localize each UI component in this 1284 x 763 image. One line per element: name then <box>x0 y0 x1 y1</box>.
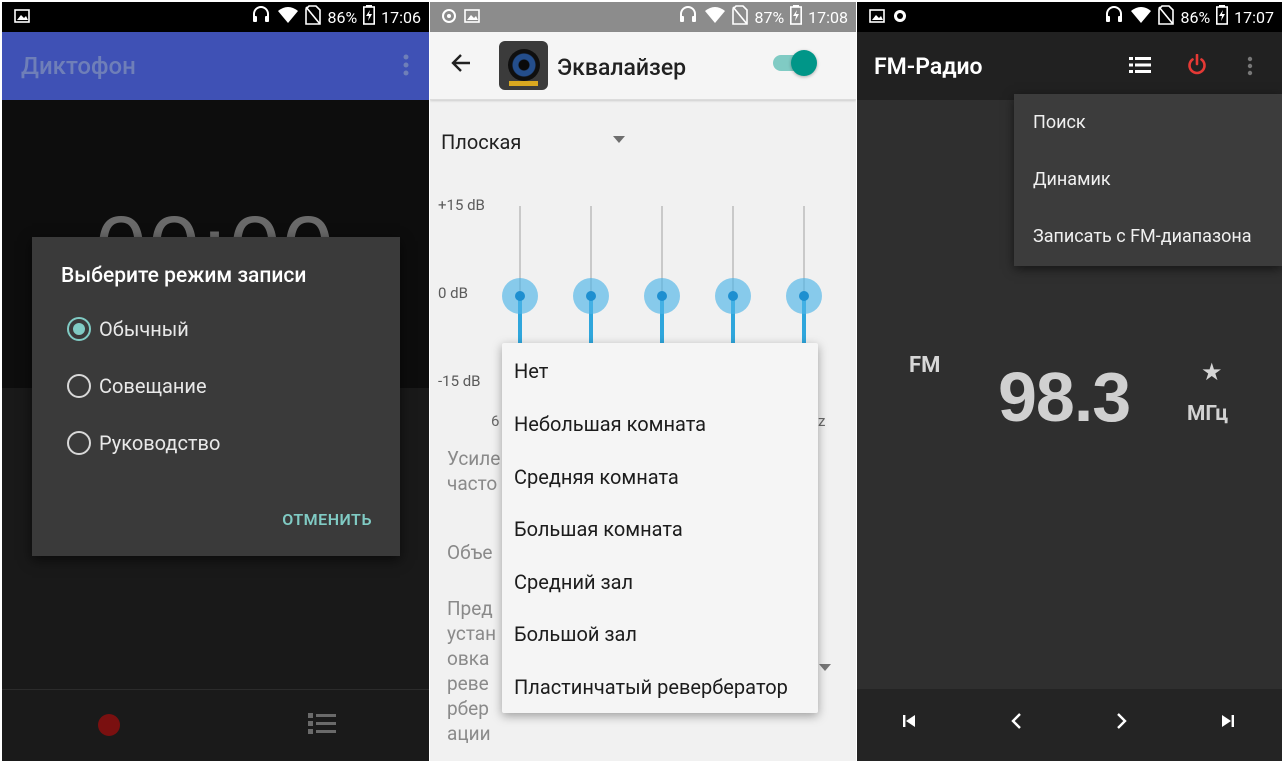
app-title: Эквалайзер <box>557 54 687 81</box>
eq-band-slider[interactable] <box>573 206 609 366</box>
voice-recorder-screen: 86% 17:06 Диктофон 00:00 Выберите режим … <box>2 2 429 761</box>
virtualizer-label: Объе <box>447 541 493 564</box>
popup-item[interactable]: Пластинчатый реверберaтор <box>514 675 788 699</box>
playback-controls <box>857 689 1282 761</box>
status-bar: 86% 17:07 <box>857 2 1282 32</box>
settings-circle-icon <box>442 8 456 27</box>
equalizer-app-icon <box>499 41 548 90</box>
chevron-right-icon[interactable] <box>1115 713 1129 733</box>
status-bar: 86% 17:06 <box>2 2 429 32</box>
db-label-min: -15 dB <box>438 372 481 390</box>
bottom-bar <box>2 689 429 761</box>
radio-label: Руководство <box>99 431 221 455</box>
cancel-button[interactable]: ОТМЕНИТЬ <box>282 510 372 529</box>
record-icon[interactable] <box>98 714 120 736</box>
eq-band-slider[interactable] <box>715 206 751 366</box>
power-icon[interactable] <box>1187 53 1207 80</box>
battery-percent: 86% <box>327 7 358 27</box>
more-vert-icon[interactable] <box>1247 56 1253 80</box>
clock: 17:07 <box>1234 7 1274 27</box>
radio-button[interactable] <box>67 374 91 398</box>
equalizer-screen: 87% 17:08 Эквалайзер Плоская +15 dB 0 dB… <box>430 2 856 761</box>
app-bar: Эквалайзер <box>430 32 856 100</box>
more-vert-icon[interactable] <box>403 54 409 80</box>
overflow-menu: Поиск Динамик Записать с FM-диапазона <box>1014 94 1282 266</box>
no-sim-icon <box>305 5 322 29</box>
clock: 17:08 <box>808 7 848 27</box>
eq-band-slider[interactable] <box>786 206 822 366</box>
reverb-preset-label: Пред устан овка реве рбер ации <box>447 597 497 745</box>
popup-item[interactable]: Средний зал <box>514 570 633 594</box>
back-arrow-icon[interactable] <box>450 52 472 78</box>
list-icon[interactable] <box>1129 56 1151 78</box>
battery-percent: 87% <box>754 7 785 27</box>
record-mode-dialog: Выберите режим записи Обычный Совещание … <box>32 237 400 556</box>
battery-charging-icon <box>363 5 376 29</box>
db-label-max: +15 dB <box>438 196 485 214</box>
eq-band-slider[interactable] <box>502 206 538 366</box>
battery-charging-icon <box>790 5 803 29</box>
image-icon <box>14 8 30 27</box>
dropdown-arrow-icon[interactable] <box>819 664 831 671</box>
no-sim-icon <box>732 5 749 29</box>
band-label: FM <box>909 353 941 378</box>
wifi-icon <box>704 6 726 28</box>
frequency-display: 98.3 <box>998 358 1131 436</box>
chevron-left-icon[interactable] <box>1009 713 1023 733</box>
radio-notification-icon <box>893 8 907 27</box>
app-title: FM-Радио <box>874 53 983 80</box>
radio-label: Обычный <box>99 317 189 341</box>
battery-charging-icon <box>1216 5 1229 29</box>
popup-item[interactable]: Небольшая комната <box>514 412 706 436</box>
star-icon[interactable]: ★ <box>1201 358 1223 386</box>
menu-item-speaker[interactable]: Динамик <box>1033 169 1111 190</box>
app-title: Диктофон <box>21 52 136 80</box>
skip-next-icon[interactable] <box>1221 713 1235 732</box>
radio-option-guide[interactable]: Руководство <box>67 431 220 455</box>
app-bar: Диктофон <box>2 32 429 100</box>
frequency-unit: МГц <box>1187 402 1228 426</box>
reverb-popup-menu: Нет Небольшая комната Средняя комната Бо… <box>502 343 818 713</box>
bass-boost-label: Усиле часто <box>447 447 501 495</box>
equalizer-toggle[interactable] <box>773 50 817 76</box>
image-icon <box>869 8 885 27</box>
menu-item-search[interactable]: Поиск <box>1033 112 1086 133</box>
clock: 17:06 <box>381 7 421 27</box>
radio-label: Совещание <box>99 374 207 398</box>
skip-previous-icon[interactable] <box>902 713 916 732</box>
status-bar: 87% 17:08 <box>430 2 856 32</box>
eq-band-slider[interactable] <box>644 206 680 366</box>
list-icon[interactable] <box>308 712 336 740</box>
radio-option-meeting[interactable]: Совещание <box>67 374 207 398</box>
no-sim-icon <box>1158 5 1175 29</box>
radio-button-checked[interactable] <box>67 317 91 341</box>
dropdown-arrow-icon[interactable] <box>613 136 625 143</box>
popup-item[interactable]: Средняя комната <box>514 465 679 489</box>
fm-radio-screen: 86% 17:07 FM-Радио FM 98.3 ★ МГц Поиск Д… <box>857 2 1282 761</box>
freq-label-fragment: z <box>818 412 826 430</box>
headset-icon <box>1104 5 1124 29</box>
radio-button[interactable] <box>67 431 91 455</box>
dialog-title: Выберите режим записи <box>61 264 307 288</box>
preset-select-value[interactable]: Плоская <box>441 130 521 154</box>
wifi-icon <box>277 6 299 28</box>
menu-item-record-fm[interactable]: Записать с FM-диапазона <box>1033 226 1252 247</box>
headset-icon <box>678 5 698 29</box>
battery-percent: 86% <box>1180 7 1211 27</box>
app-bar: FM-Радио <box>857 32 1282 100</box>
image-icon <box>464 8 480 27</box>
headset-icon <box>251 5 271 29</box>
popup-item[interactable]: Большой зал <box>514 622 637 646</box>
db-label-zero: 0 dB <box>438 284 468 302</box>
radio-option-normal[interactable]: Обычный <box>67 317 189 341</box>
popup-item[interactable]: Нет <box>514 359 548 383</box>
popup-item[interactable]: Большая комната <box>514 517 683 541</box>
wifi-icon <box>1130 6 1152 28</box>
freq-label-fragment: 6 <box>491 412 500 430</box>
